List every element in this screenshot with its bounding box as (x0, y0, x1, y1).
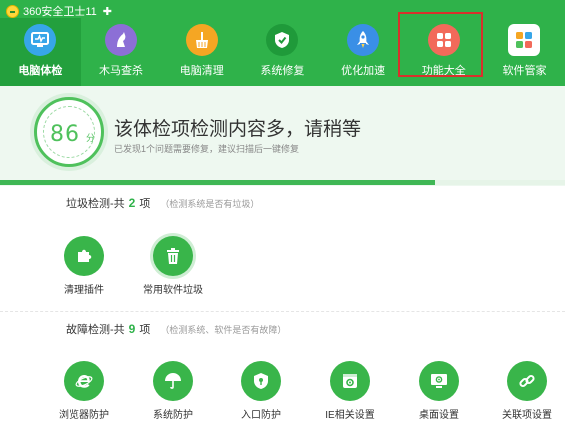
tool-label: IE相关设置 (325, 410, 375, 421)
tool-label: 常用软件垃圾 (143, 285, 203, 296)
section-note: （检测系统是否有垃圾） (160, 199, 260, 209)
highlight-box (398, 12, 483, 77)
shield-lock-icon (241, 361, 281, 401)
nav-item-software[interactable]: 软件管家 (484, 18, 565, 86)
score-value: 86 (50, 122, 80, 147)
nav-label-speedup: 优化加速 (341, 65, 386, 77)
section-unit: 项 (139, 198, 151, 210)
nav-item-trojan[interactable]: 木马查杀 (81, 18, 162, 86)
trash-icon (153, 236, 193, 276)
score-unit: 分 (86, 133, 96, 143)
monitor-icon (24, 24, 57, 56)
software-icon (508, 24, 541, 56)
section-label: 故障检测-共 (66, 324, 125, 336)
nav-item-repair[interactable]: 系统修复 (242, 18, 323, 86)
section-count: 2 (128, 196, 136, 210)
score-dial: 86 分 (34, 97, 104, 167)
tool-label: 桌面设置 (419, 410, 459, 421)
tool-software-junk[interactable]: 常用软件垃圾 (133, 236, 213, 296)
section-unit: 项 (139, 324, 151, 336)
upgrade-icon[interactable]: ✚ (103, 5, 112, 18)
tool-label: 入口防护 (241, 410, 281, 421)
360-logo-icon (6, 4, 19, 18)
tool-system-protection[interactable]: 系统防护 (133, 361, 213, 421)
tool-browser-protection[interactable]: 浏览器防护 (44, 361, 124, 421)
scan-progress-bar (0, 180, 565, 185)
section-note: （检测系统、软件是否有故障） (160, 325, 287, 335)
scan-status-panel: 86 分 该体检项检测内容多，请稍等 已发现1个问题需要修复，建议扫描后一键修复 (0, 86, 565, 186)
tool-association-settings[interactable]: 关联项设置 (487, 361, 565, 421)
rocket-icon (347, 24, 380, 56)
horse-icon (105, 24, 138, 56)
tool-desktop-settings[interactable]: 桌面设置 (399, 361, 479, 421)
nav-label-clean: 电脑清理 (179, 65, 224, 77)
nav-label-trojan: 木马查杀 (99, 65, 144, 77)
shield-icon (266, 24, 299, 56)
tool-entry-protection[interactable]: 入口防护 (221, 361, 301, 421)
nav-label-repair: 系统修复 (260, 65, 305, 77)
title-bar: 360安全卫士11 ✚ (6, 3, 112, 19)
tool-clean-plugins[interactable]: 清理插件 (44, 236, 124, 296)
section-title-junk: 垃圾检测-共 2 项 （检测系统是否有垃圾） (66, 195, 259, 211)
tool-label: 浏览器防护 (59, 410, 109, 421)
app-title: 360安全卫士11 (23, 6, 97, 18)
nav-item-checkup[interactable]: 电脑体检 (0, 18, 81, 86)
nav-label-checkup: 电脑体检 (18, 65, 63, 77)
ie-icon (64, 361, 104, 401)
section-divider (0, 311, 565, 312)
tool-label: 清理插件 (64, 285, 104, 296)
section-count: 9 (128, 322, 136, 336)
broom-icon (185, 24, 218, 56)
nav-label-software: 软件管家 (502, 65, 547, 77)
tool-label: 系统防护 (153, 410, 193, 421)
scan-subline: 已发现1个问题需要修复，建议扫描后一键修复 (114, 144, 300, 154)
section-label: 垃圾检测-共 (66, 198, 125, 210)
scan-progress-fill (0, 180, 436, 185)
ie-settings-icon (330, 361, 370, 401)
section-title-fault: 故障检测-共 9 项 （检测系统、软件是否有故障） (66, 321, 286, 337)
tool-label: 关联项设置 (502, 410, 552, 421)
desktop-icon (419, 361, 459, 401)
tool-ie-settings[interactable]: IE相关设置 (310, 361, 390, 421)
puzzle-icon (64, 236, 104, 276)
link-icon (507, 361, 547, 401)
umbrella-icon (153, 361, 193, 401)
nav-item-clean[interactable]: 电脑清理 (161, 18, 242, 86)
scan-headline: 该体检项检测内容多，请稍等 (114, 119, 362, 140)
nav-item-speedup[interactable]: 优化加速 (323, 18, 404, 86)
